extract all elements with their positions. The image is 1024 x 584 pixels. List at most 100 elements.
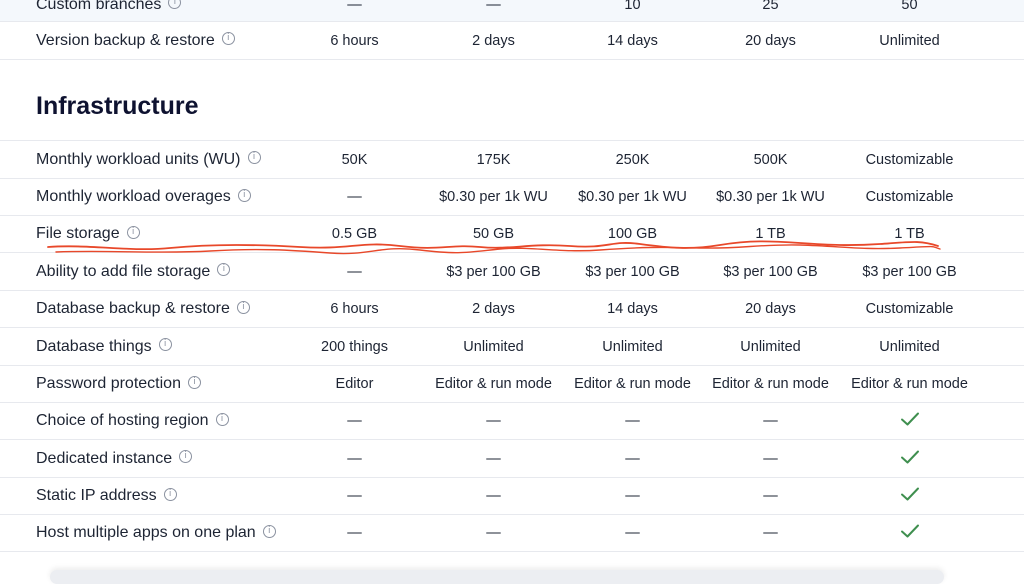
info-icon[interactable]: i: [179, 450, 193, 463]
table-row: Database backup & restore i 6 hours 2 day…: [0, 291, 1024, 328]
table-row: Static IP address i — — — —: [0, 478, 1024, 515]
table-cell: —: [763, 413, 778, 429]
feature-label: Database backup & restore i: [36, 300, 250, 318]
table-cell: —: [486, 413, 501, 429]
table-cell: 6 hours: [330, 32, 379, 49]
checkmark-icon: [900, 412, 919, 426]
checkmark-icon: [900, 487, 919, 501]
info-icon[interactable]: i: [158, 338, 172, 351]
table-cell: —: [486, 488, 501, 504]
table-cell: —: [347, 450, 362, 467]
info-icon[interactable]: i: [217, 263, 231, 276]
table-row: Monthly workload units (WU) i 50K 175K 25…: [0, 141, 1024, 179]
info-icon[interactable]: i: [262, 524, 276, 538]
info-icon[interactable]: i: [126, 225, 140, 239]
table-cell: 50: [901, 0, 918, 13]
feature-label: Dedicated instance i: [36, 450, 193, 468]
feature-label: Monthly workload overages i: [36, 188, 251, 206]
table-cell: —: [763, 488, 778, 504]
table-cell: 100 GB: [607, 226, 658, 242]
table-cell: —: [347, 413, 362, 429]
table-cell: $0.30 per 1k WU: [716, 189, 825, 205]
table-cell: Unlimited: [879, 338, 940, 355]
table-row: Password protection i Editor Editor & run…: [0, 366, 1024, 403]
table-cell: 250K: [615, 151, 650, 168]
table-cell: 14 days: [607, 301, 658, 317]
info-icon[interactable]: i: [168, 0, 182, 9]
table-cell: —: [625, 413, 640, 429]
table-cell: 175K: [476, 151, 511, 168]
table-cell: 2 days: [472, 301, 515, 317]
info-icon[interactable]: i: [237, 188, 251, 202]
table-row: Version backup & restore i 6 hours 2 days…: [0, 22, 1024, 60]
feature-label: Host multiple apps on one plan i: [36, 524, 276, 542]
feature-label: Monthly workload units (WU) i: [36, 151, 261, 169]
section-title: Infrastructure: [36, 92, 199, 120]
table-cell: —: [486, 0, 501, 13]
table-cell: —: [625, 525, 640, 541]
info-icon[interactable]: i: [221, 32, 235, 45]
table-cell: [840, 449, 979, 469]
table-cell: $3 per 100 GB: [585, 263, 680, 280]
table-cell: —: [347, 0, 362, 13]
info-icon[interactable]: i: [187, 375, 201, 389]
table-cell: Editor & run mode: [435, 376, 552, 392]
table-cell: 50 GB: [472, 226, 515, 242]
table-cell: 10: [624, 0, 641, 13]
bottom-card-edge: [50, 570, 944, 584]
table-cell: Customizable: [865, 151, 954, 168]
table-row: Dedicated instance i — — — —: [0, 440, 1024, 478]
table-cell: Unlimited: [602, 338, 663, 355]
table-row: Database things i 200 things Unlimited Un…: [0, 328, 1024, 366]
table-cell: Editor: [335, 376, 374, 392]
table-cell: Customizable: [865, 189, 954, 205]
table-cell: —: [347, 189, 362, 205]
feature-label: Static IP address i: [36, 487, 177, 505]
table-cell: 0.5 GB: [331, 226, 378, 242]
table-row: Custom branches i — — 10 25 50: [0, 0, 1024, 22]
info-icon[interactable]: i: [215, 412, 229, 426]
table-cell: —: [486, 525, 501, 541]
table-cell: Editor & run mode: [574, 376, 691, 392]
table-cell: —: [763, 450, 778, 467]
table-row: Choice of hosting region i — — — —: [0, 403, 1024, 440]
feature-label: Password protection i: [36, 375, 201, 393]
table-cell: 2 days: [472, 32, 515, 49]
feature-label: Version backup & restore i: [36, 32, 235, 50]
table-cell: Unlimited: [463, 338, 524, 355]
table-cell: 1 TB: [894, 226, 925, 242]
table-row: Monthly workload overages i — $0.30 per 1…: [0, 179, 1024, 216]
table-cell: Unlimited: [879, 32, 940, 49]
table-cell: 50K: [341, 151, 368, 168]
table-cell: —: [763, 525, 778, 541]
checkmark-icon: [900, 524, 919, 538]
info-icon[interactable]: i: [163, 487, 177, 501]
table-cell: 1 TB: [755, 226, 786, 242]
table-cell: —: [347, 263, 362, 280]
table-cell: [840, 486, 979, 506]
table-row: Ability to add file storage i — $3 per 10…: [0, 253, 1024, 291]
feature-label: File storage i: [36, 225, 140, 243]
table-cell: $3 per 100 GB: [862, 263, 957, 280]
table-cell: 500K: [753, 151, 788, 168]
table-cell: Unlimited: [740, 338, 801, 355]
table-cell: 200 things: [321, 338, 388, 355]
table-cell: 25: [762, 0, 779, 13]
table-cell: $3 per 100 GB: [723, 263, 818, 280]
table-cell: —: [486, 450, 501, 467]
table-cell: —: [625, 488, 640, 504]
table-cell: [840, 523, 979, 543]
table-cell: 6 hours: [330, 301, 379, 317]
checkmark-icon: [900, 450, 919, 463]
table-row: File storage i 0.5 GB 50 GB 100 GB 1 TB 1…: [0, 216, 1024, 253]
table-cell: 20 days: [745, 301, 796, 317]
info-icon[interactable]: i: [236, 300, 250, 314]
info-icon[interactable]: i: [247, 151, 261, 164]
feature-label: Ability to add file storage i: [36, 263, 231, 281]
table-cell: Customizable: [865, 301, 954, 317]
feature-label: Database things i: [36, 338, 172, 356]
feature-label: Choice of hosting region i: [36, 412, 229, 430]
table-cell: Editor & run mode: [851, 376, 968, 392]
table-cell: —: [347, 488, 362, 504]
feature-label: Custom branches i: [36, 0, 182, 14]
